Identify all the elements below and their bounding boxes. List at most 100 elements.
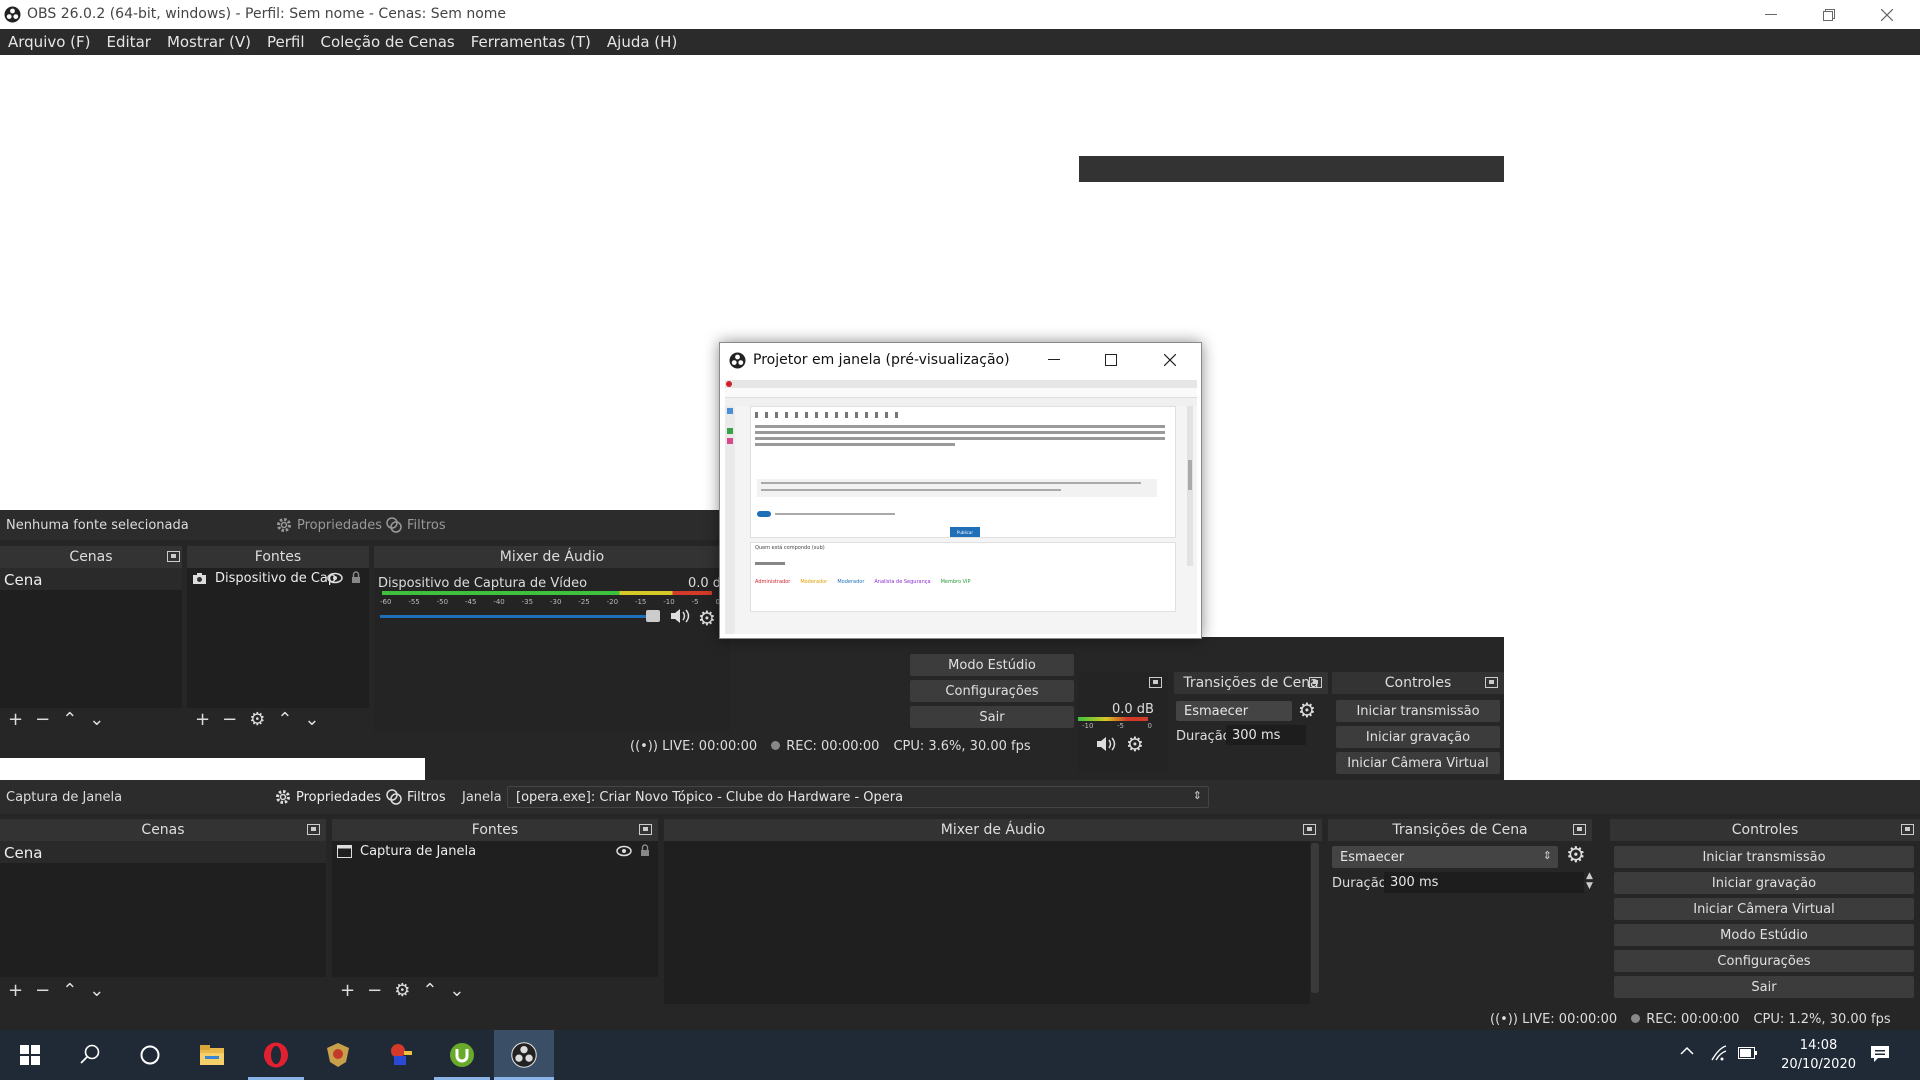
meter-tick-label: -10 — [663, 598, 675, 606]
mixer-scrollbar[interactable] — [1311, 843, 1319, 993]
taskbar-file-explorer[interactable] — [182, 1030, 242, 1080]
menu-perfil[interactable]: Perfil — [259, 33, 313, 51]
captured-mixer-partial: 0.0 dB -10 -5 0 ⚙ — [1078, 672, 1168, 772]
captured-scenes-title: Cenas — [0, 546, 182, 568]
start-button[interactable] — [0, 1030, 60, 1080]
toggle-switch-icon — [757, 511, 771, 517]
filters-button[interactable]: Filtros — [385, 788, 446, 806]
menu-ajuda[interactable]: Ajuda (H) — [599, 33, 685, 51]
obs-logo-icon — [729, 352, 746, 369]
mixer-title: Mixer de Áudio — [664, 819, 1322, 841]
undock-icon[interactable] — [639, 824, 652, 835]
exit-button[interactable]: Sair — [1614, 976, 1914, 998]
lock-icon[interactable] — [640, 844, 650, 857]
live-status: ((•)) LIVE: 00:00:00 — [1490, 1011, 1618, 1027]
gear-icon: ⚙ — [249, 709, 266, 730]
cpu-status: CPU: 1.2%, 30.00 fps — [1753, 1011, 1891, 1027]
undock-icon[interactable] — [1303, 824, 1316, 835]
captured-volume-slider-handle — [646, 610, 660, 622]
scenes-list[interactable]: Cena — [0, 841, 326, 977]
sources-list[interactable]: Captura de Janela — [332, 841, 658, 977]
add-source-button[interactable]: + — [340, 982, 355, 1000]
captured-sources-title: Fontes — [187, 546, 369, 568]
captured-filters-button: Filtros — [385, 516, 446, 534]
menu-arquivo[interactable]: Arquivo (F) — [0, 33, 99, 51]
minimize-button[interactable] — [1742, 0, 1800, 29]
settings-button[interactable]: Configurações — [1614, 950, 1914, 972]
scene-item[interactable]: Cena — [0, 841, 326, 863]
controls-panel: Controles Iniciar transmissão Iniciar gr… — [1610, 819, 1920, 1004]
undock-icon[interactable] — [1901, 824, 1914, 835]
start-virtual-camera-button[interactable]: Iniciar Câmera Virtual — [1614, 898, 1914, 920]
properties-button[interactable]: Propriedades — [274, 788, 381, 806]
captured-volume-meter — [382, 591, 712, 595]
captured-transitions-panel: Transições de Cena Esmaecer ⚙ Duração 30… — [1174, 672, 1328, 782]
meter-tick-label: -10 — [1082, 722, 1094, 730]
taskbar-opera[interactable] — [246, 1030, 306, 1080]
taskbar-utorrent[interactable] — [432, 1030, 492, 1080]
undock-icon[interactable] — [1573, 824, 1586, 835]
start-streaming-button[interactable]: Iniciar transmissão — [1614, 846, 1914, 868]
battery-icon[interactable] — [1738, 1047, 1758, 1059]
cortana-icon — [140, 1045, 160, 1065]
projector-preview-content: Publicar Quem está compondo (sub) Admini… — [725, 380, 1197, 634]
meter-tick-label: -40 — [493, 598, 505, 606]
close-button[interactable] — [1858, 0, 1916, 29]
remove-scene-button[interactable]: − — [35, 982, 50, 1000]
cortana-button[interactable] — [120, 1030, 180, 1080]
duration-input[interactable]: 300 ms — [1384, 872, 1584, 893]
menu-colecao-de-cenas[interactable]: Coleção de Cenas — [313, 33, 463, 51]
taskbar-game-app-2[interactable] — [370, 1030, 430, 1080]
menu-ferramentas[interactable]: Ferramentas (T) — [463, 33, 599, 51]
add-scene-button[interactable]: + — [8, 982, 23, 1000]
tray-chevron-up-icon[interactable] — [1680, 1046, 1694, 1056]
move-up-button[interactable]: ⌃ — [422, 982, 437, 1000]
captured-cpu-status: CPU: 3.6%, 30.00 fps — [893, 738, 1031, 754]
utorrent-icon — [450, 1043, 474, 1067]
thumb-panel — [750, 542, 1176, 612]
thumb-heading: Quem está compondo (sub) — [755, 545, 825, 551]
menu-mostrar[interactable]: Mostrar (V) — [159, 33, 259, 51]
taskbar-obs[interactable] — [494, 1030, 554, 1080]
transition-settings-gear-icon[interactable]: ⚙ — [1566, 843, 1586, 868]
network-icon[interactable] — [1710, 1044, 1728, 1062]
undock-icon[interactable] — [307, 824, 320, 835]
lock-icon — [351, 571, 361, 584]
thumb-bookmarks — [725, 398, 1197, 406]
eye-icon[interactable] — [616, 845, 632, 857]
restore-button[interactable] — [1800, 0, 1858, 29]
captured-mixer-panel: Mixer de Áudio Dispositivo de Captura de… — [374, 546, 738, 735]
source-item[interactable]: Captura de Janela — [332, 841, 658, 863]
duration-stepper[interactable]: ▲ ▼ — [1586, 871, 1593, 891]
scenes-panel: Cenas Cena + − ⌃ ⌄ — [0, 819, 326, 1004]
window-label: Janela — [462, 790, 502, 805]
projector-maximize-button[interactable] — [1105, 354, 1117, 366]
move-down-button[interactable]: ⌄ — [89, 982, 104, 1000]
captured-settings-button: Configurações — [910, 680, 1074, 702]
meter-tick-label: -15 — [634, 598, 647, 606]
chevron-updown-icon: ⇕ — [1542, 849, 1552, 862]
projector-window[interactable]: Projetor em janela (pré-visualização) Pu… — [719, 342, 1202, 639]
studio-mode-button[interactable]: Modo Estúdio — [1614, 924, 1914, 946]
start-recording-button[interactable]: Iniciar gravação — [1614, 872, 1914, 894]
opera-icon — [264, 1042, 288, 1068]
source-properties-gear-button[interactable]: ⚙ — [394, 982, 410, 1000]
menu-bar: Arquivo (F) Editar Mostrar (V) Perfil Co… — [0, 29, 1920, 55]
move-up-button[interactable]: ⌃ — [62, 982, 77, 1000]
window-select[interactable]: [opera.exe]: Criar Novo Tópico - Clube d… — [507, 786, 1209, 808]
projector-close-button[interactable] — [1164, 354, 1176, 366]
window-titlebar: OBS 26.0.2 (64-bit, windows) - Perfil: S… — [0, 0, 1920, 29]
system-clock[interactable]: 14:08 20/10/2020 — [1781, 1036, 1856, 1074]
search-button[interactable] — [60, 1030, 120, 1080]
notifications-icon[interactable] — [1870, 1044, 1890, 1064]
remove-source-button[interactable]: − — [367, 982, 382, 1000]
transition-select[interactable]: Esmaecer ⇕ — [1332, 846, 1558, 868]
menu-editar[interactable]: Editar — [99, 33, 159, 51]
rec-status: REC: 00:00:00 — [1631, 1012, 1739, 1027]
meter-tick-label: -5 — [1116, 722, 1124, 730]
filter-icon — [386, 789, 402, 805]
projector-minimize-button[interactable] — [1048, 359, 1060, 361]
meter-tick-label: -25 — [578, 598, 590, 606]
taskbar-game-app[interactable] — [308, 1030, 368, 1080]
move-down-button[interactable]: ⌄ — [449, 982, 464, 1000]
